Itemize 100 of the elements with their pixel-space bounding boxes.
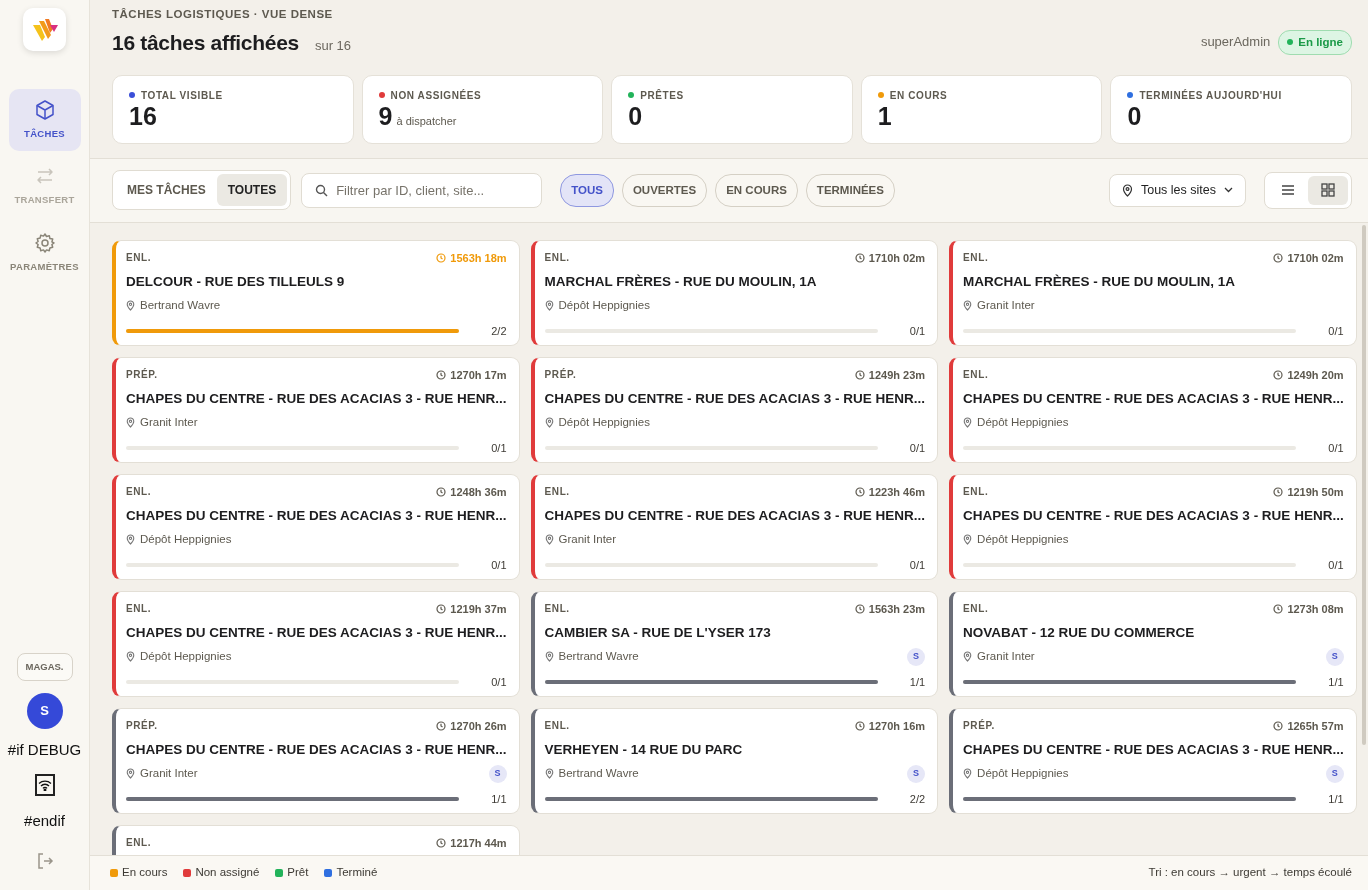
progress-count: 0/1 bbox=[491, 440, 507, 456]
pin-icon bbox=[544, 534, 554, 545]
task-card[interactable]: ENL. 1273h 08m NOVABAT - 12 RUE DU COMMERCE Granit Inter S 1/1 bbox=[949, 590, 1357, 697]
pin-icon bbox=[1121, 183, 1133, 197]
task-title: CHAPES DU CENTRE - RUE DES ACACIAS 3 - RUE HENR... bbox=[126, 507, 507, 526]
sort-note: Tri : en cours → urgent → temps écoulé bbox=[1148, 865, 1352, 881]
task-type: ENL. bbox=[544, 484, 570, 499]
clock-icon bbox=[436, 721, 447, 731]
clock-icon bbox=[436, 253, 447, 263]
task-type: ENL. bbox=[963, 484, 989, 499]
task-title: CHAPES DU CENTRE - RUE DES ACACIAS 3 - RUE HENR... bbox=[963, 741, 1344, 760]
assignee-avatar: S bbox=[1325, 764, 1344, 783]
box-icon bbox=[33, 99, 56, 121]
task-type: PRÉP. bbox=[963, 718, 995, 733]
task-type: PRÉP. bbox=[126, 367, 158, 382]
task-type: ENL. bbox=[126, 601, 152, 616]
debug-directive: #endif bbox=[24, 810, 65, 831]
task-title: CHAPES DU CENTRE - RUE DES ACACIAS 3 - RUE HENR... bbox=[544, 390, 926, 409]
task-card[interactable]: ENL. 1248h 36m CHAPES DU CENTRE - RUE DES ACACIAS 3 - RUE HENR... Dépôt Heppignies 0/1 bbox=[112, 473, 520, 580]
progress-count: 1/1 bbox=[1328, 791, 1344, 807]
stat-value: 9 bbox=[378, 102, 393, 131]
clock-icon bbox=[854, 721, 865, 731]
stat-value: 0 bbox=[1127, 102, 1142, 131]
progress-count: 0/1 bbox=[1328, 323, 1344, 339]
task-site: Dépôt Heppignies bbox=[558, 297, 650, 313]
task-card[interactable]: ENL. 1219h 50m CHAPES DU CENTRE - RUE DES ACACIAS 3 - RUE HENR... Dépôt Heppignies 0/1 bbox=[949, 473, 1357, 580]
page-eyebrow: TÂCHES LOGISTIQUES · VUE DENSE bbox=[112, 7, 334, 22]
task-title: CHAPES DU CENTRE - RUE DES ACACIAS 3 - RUE HENR... bbox=[126, 624, 507, 643]
pin-icon bbox=[126, 417, 135, 428]
clock-icon bbox=[854, 604, 865, 614]
task-title: MARCHAL FRÈRES - RUE DU MOULIN, 1A bbox=[544, 273, 818, 292]
task-site: Bertrand Wavre bbox=[558, 648, 639, 664]
task-site: Bertrand Wavre bbox=[140, 297, 221, 313]
progress-count: 0/1 bbox=[909, 557, 926, 573]
task-card[interactable]: PRÉP. 1249h 23m CHAPES DU CENTRE - RUE DES ACACIAS 3 - RUE HENR... Dépôt Heppignies 0/1 bbox=[530, 356, 939, 463]
task-card[interactable]: ENL. 1217h 44m bbox=[112, 824, 520, 855]
task-type: ENL. bbox=[963, 250, 989, 265]
task-site: Granit Inter bbox=[977, 297, 1035, 313]
search-field[interactable]: Filtrer par ID, client, site... bbox=[301, 172, 543, 208]
task-card[interactable]: PRÉP. 1270h 26m CHAPES DU CENTRE - RUE DES ACACIAS 3 - RUE HENR... Granit Inter S 1/1 bbox=[112, 707, 520, 814]
user-avatar[interactable]: S bbox=[26, 693, 63, 729]
task-type: ENL. bbox=[126, 835, 152, 850]
legend-label: Prêt bbox=[287, 865, 309, 881]
task-title: CHAPES DU CENTRE - RUE DES ACACIAS 3 - RUE HENR... bbox=[963, 507, 1344, 526]
task-card[interactable]: ENL. 1563h 23m CAMBIER SA - RUE DE L'YSER 173 Bertrand Wavre S 1/1 bbox=[530, 590, 939, 697]
pin-icon bbox=[544, 768, 554, 779]
task-card[interactable]: ENL. 1710h 02m MARCHAL FRÈRES - RUE DU MOULIN, 1A Granit Inter 0/1 bbox=[949, 239, 1357, 346]
task-card[interactable]: ENL. 1710h 02m MARCHAL FRÈRES - RUE DU MOULIN, 1A Dépôt Heppignies 0/1 bbox=[530, 239, 939, 346]
scope-tab[interactable]: TOUTES bbox=[216, 174, 288, 207]
task-title: NOVABAT - 12 RUE DU COMMERCE bbox=[963, 624, 1196, 643]
task-card[interactable]: ENL. 1249h 20m CHAPES DU CENTRE - RUE DES ACACIAS 3 - RUE HENR... Dépôt Heppignies 0/1 bbox=[949, 356, 1357, 463]
task-type: ENL. bbox=[963, 367, 989, 382]
scope-tab[interactable]: MES TÂCHES bbox=[116, 174, 217, 207]
task-type: ENL. bbox=[544, 718, 570, 733]
settings-icon bbox=[33, 231, 56, 254]
status-badge: En ligne bbox=[1278, 29, 1352, 55]
filter-chip[interactable]: EN COURS bbox=[715, 173, 798, 207]
clock-icon bbox=[436, 487, 447, 497]
progress-count: 2/2 bbox=[909, 791, 926, 807]
site-select[interactable]: Tous les sites bbox=[1108, 173, 1246, 207]
elapsed-time: 1270h 16m bbox=[868, 718, 926, 734]
pin-icon bbox=[544, 300, 554, 311]
filter-chip[interactable]: OUVERTES bbox=[621, 173, 708, 207]
filter-chip[interactable]: TERMINÉES bbox=[805, 173, 895, 207]
task-site: Granit Inter bbox=[140, 414, 198, 430]
task-card[interactable]: PRÉP. 1265h 57m CHAPES DU CENTRE - RUE DES ACACIAS 3 - RUE HENR... Dépôt Heppignies S 1/1 bbox=[949, 707, 1357, 814]
task-card[interactable]: ENL. 1563h 18m DELCOUR - RUE DES TILLEULS 9 Bertrand Wavre 2/2 bbox=[112, 239, 520, 346]
stat-value: 0 bbox=[628, 102, 643, 131]
chevron-icon bbox=[1224, 187, 1233, 194]
clock-icon bbox=[854, 370, 865, 380]
clock-icon bbox=[1273, 253, 1284, 263]
clock-icon bbox=[436, 604, 447, 614]
task-card[interactable]: ENL. 1270h 16m VERHEYEN - 14 RUE DU PARC Bertrand Wavre S 2/2 bbox=[530, 707, 939, 814]
stat-label: TOTAL VISIBLE bbox=[141, 88, 223, 103]
elapsed-time: 1270h 26m bbox=[450, 718, 507, 734]
logout-icon[interactable] bbox=[35, 852, 54, 870]
task-card[interactable]: ENL. 1219h 37m CHAPES DU CENTRE - RUE DES ACACIAS 3 - RUE HENR... Dépôt Heppignies 0/1 bbox=[112, 590, 520, 697]
elapsed-time: 1563h 18m bbox=[450, 250, 507, 266]
elapsed-time: 1249h 23m bbox=[868, 367, 926, 383]
elapsed-time: 1265h 57m bbox=[1287, 718, 1344, 734]
task-type: ENL. bbox=[126, 250, 152, 265]
filter-chip[interactable]: TOUS bbox=[560, 173, 614, 207]
grid-view-icon bbox=[1320, 182, 1336, 199]
stat-label: PRÊTES bbox=[640, 88, 684, 103]
clock-icon bbox=[1273, 487, 1284, 497]
elapsed-time: 1219h 50m bbox=[1287, 484, 1344, 500]
elapsed-time: 1249h 20m bbox=[1287, 367, 1344, 383]
task-type: PRÉP. bbox=[544, 367, 577, 382]
elapsed-time: 1710h 02m bbox=[868, 250, 926, 266]
role-button[interactable]: MAGAS. bbox=[16, 652, 73, 681]
view-toggle[interactable] bbox=[1308, 175, 1348, 205]
task-title: DELCOUR - RUE DES TILLEULS 9 bbox=[126, 273, 346, 292]
elapsed-time: 1248h 36m bbox=[450, 484, 507, 500]
clock-icon bbox=[854, 487, 865, 497]
task-card[interactable]: ENL. 1223h 46m CHAPES DU CENTRE - RUE DES ACACIAS 3 - RUE HENR... Granit Inter 0/1 bbox=[530, 473, 939, 580]
sidebar-item[interactable]: TÂCHES bbox=[8, 89, 81, 152]
task-title: MARCHAL FRÈRES - RUE DU MOULIN, 1A bbox=[963, 273, 1237, 292]
task-card[interactable]: PRÉP. 1270h 17m CHAPES DU CENTRE - RUE DES ACACIAS 3 - RUE HENR... Granit Inter 0/1 bbox=[112, 356, 520, 463]
scrollbar[interactable] bbox=[1362, 224, 1366, 745]
task-title: CHAPES DU CENTRE - RUE DES ACACIAS 3 - RUE HENR... bbox=[126, 390, 507, 409]
